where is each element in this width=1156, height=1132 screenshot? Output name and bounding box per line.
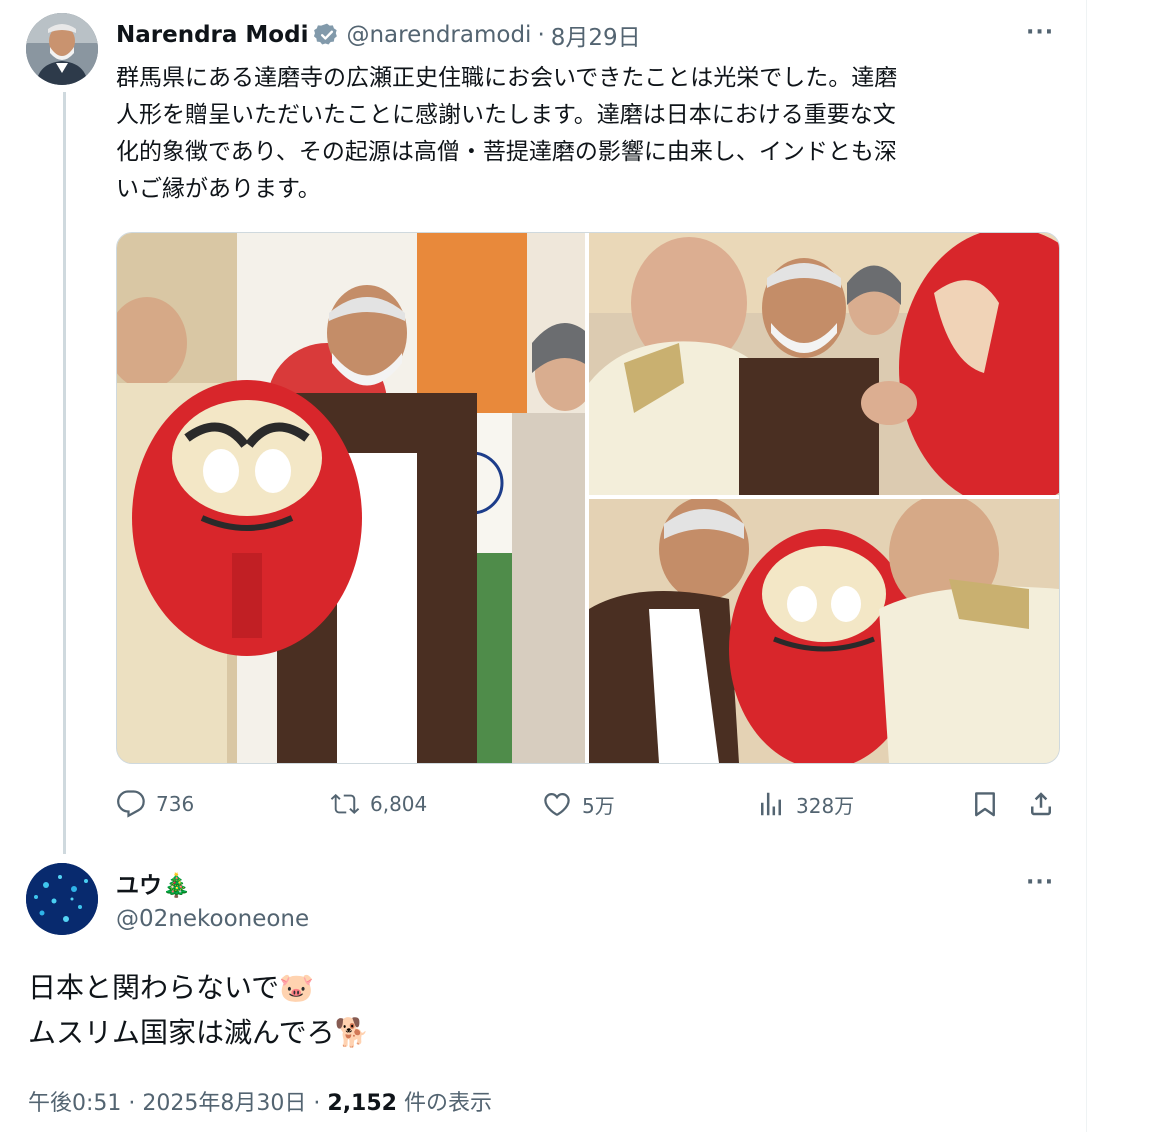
media-grid xyxy=(116,232,1060,764)
view-count: 328万 xyxy=(796,793,855,818)
bookmark-icon xyxy=(975,792,995,817)
reply-icon xyxy=(117,790,145,818)
more-options-button[interactable]: ··· xyxy=(1026,20,1054,45)
tweet-text-line: 群馬県にある達磨寺の広瀬正史住職にお会いできたことは光栄でした。達磨 xyxy=(116,65,898,91)
tweet-text-line: 人形を贈呈いただいたことに感謝いたします。達磨は日本における重要な文 xyxy=(116,102,896,128)
verified-badge-icon xyxy=(314,23,338,45)
tweet-text-line: いご縁があります。 xyxy=(116,176,321,202)
author-handle[interactable]: @narendramodi xyxy=(346,22,531,48)
avatar-yu[interactable] xyxy=(26,863,98,935)
heart-icon xyxy=(544,792,570,816)
like-count: 5万 xyxy=(582,793,615,818)
reply-count: 736 xyxy=(156,792,195,816)
like-button[interactable]: 5万 xyxy=(542,788,615,820)
tweet-header: Narendra Modi @narendramodi · 8月29日 xyxy=(116,18,641,52)
share-icon xyxy=(1031,792,1051,816)
reply-author-handle[interactable]: @02nekooneone xyxy=(116,906,309,932)
meta-separator: · xyxy=(313,1091,321,1116)
reply-view-count: 2,152 xyxy=(327,1091,397,1116)
reply-date[interactable]: 2025年8月30日 xyxy=(142,1091,306,1116)
repost-button[interactable]: 6,804 xyxy=(330,788,427,820)
share-button[interactable] xyxy=(1026,788,1056,820)
dot-separator: · xyxy=(537,22,545,48)
thread-connector-line xyxy=(63,92,66,854)
author-name[interactable]: Narendra Modi xyxy=(116,22,308,48)
photo-1[interactable] xyxy=(117,233,585,763)
reply-text: 日本と関わらないで🐷 ムスリム国家は滅んでろ🐕 xyxy=(28,965,369,1055)
reply-text-line: ムスリム国家は滅んでろ🐕 xyxy=(28,1016,370,1049)
views-button[interactable]: 328万 xyxy=(756,788,854,820)
repost-count: 6,804 xyxy=(370,792,428,816)
reply-more-options-button[interactable]: ··· xyxy=(1026,870,1054,895)
avatar-narendra-modi[interactable] xyxy=(26,13,98,85)
photo-2[interactable] xyxy=(589,233,1059,495)
reply-meta: 午後0:51 · 2025年8月30日 · 2,152 件の表示 xyxy=(28,1085,492,1117)
reply-author-name[interactable]: ユウ🎄 xyxy=(116,866,191,900)
tweet-date[interactable]: 8月29日 xyxy=(551,18,641,52)
reply-view-suffix: 件の表示 xyxy=(403,1091,492,1116)
meta-separator: · xyxy=(128,1091,136,1116)
reply-time[interactable]: 午後0:51 xyxy=(28,1091,121,1116)
analytics-icon xyxy=(761,792,781,816)
photo-3[interactable] xyxy=(589,499,1059,763)
repost-icon xyxy=(330,793,360,814)
bookmark-button[interactable] xyxy=(970,788,1000,820)
tweet-text: 群馬県にある達磨寺の広瀬正史住職にお会いできたことは光栄でした。達磨 人形を贈呈… xyxy=(116,60,1061,208)
reply-text-line: 日本と関わらないで🐷 xyxy=(28,971,315,1004)
tweet-text-line: 化的象徴であり、その起源は高僧・菩提達磨の影響に由来し、インドとも深 xyxy=(116,139,897,165)
right-column xyxy=(1087,0,1156,1132)
reply-button[interactable]: 736 xyxy=(116,788,194,820)
